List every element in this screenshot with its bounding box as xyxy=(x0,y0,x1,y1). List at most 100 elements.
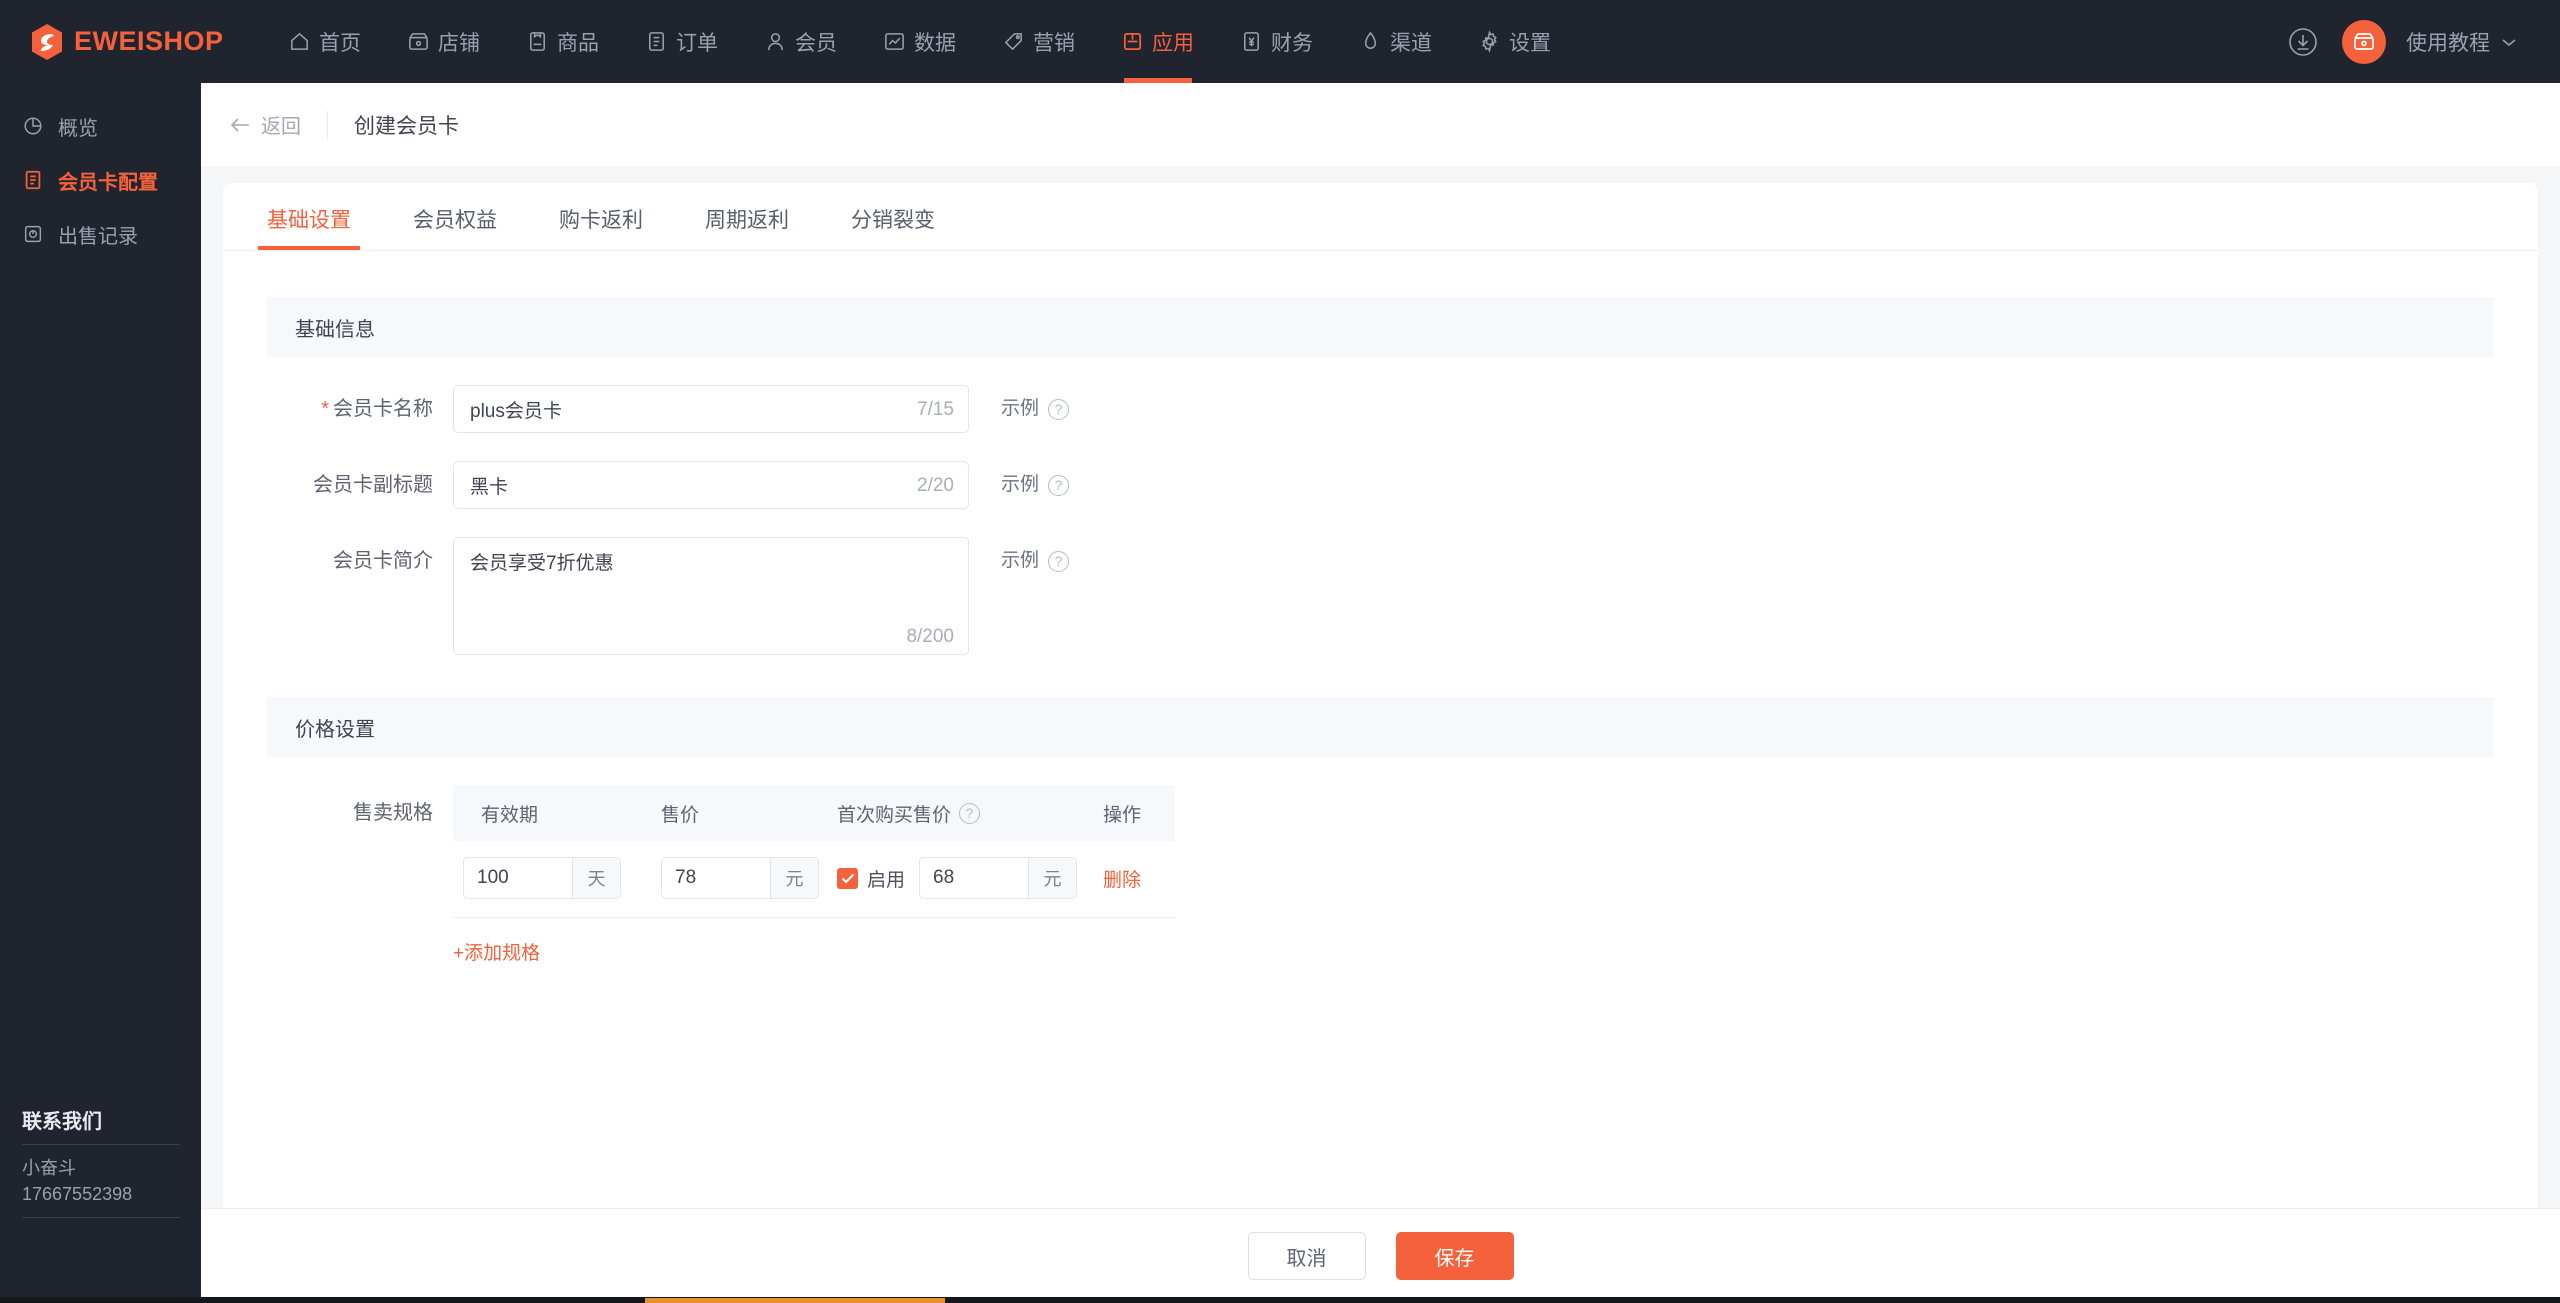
goods-icon xyxy=(530,32,545,51)
tab-distribution[interactable]: 分销裂变 xyxy=(851,204,935,250)
field-label: 会员卡副标题 xyxy=(267,461,453,509)
nav-item-home[interactable]: 首页 xyxy=(265,0,384,83)
spec-table-footer: +添加规格 xyxy=(453,917,1175,965)
nav-item-marketing[interactable]: 营销 xyxy=(979,0,1098,83)
nav-label: 店铺 xyxy=(438,31,480,55)
form-card: 基础设置 会员权益 购卡返利 周期返利 分销裂变 基础信息 * 会员卡名称 pl… xyxy=(223,183,2538,1243)
tab-label: 会员权益 xyxy=(413,209,497,232)
arrow-left-icon xyxy=(230,117,249,132)
divider xyxy=(22,1143,180,1145)
first-buy-toggle[interactable]: 启用 xyxy=(837,865,905,892)
price-input[interactable] xyxy=(662,858,770,898)
section-header-price-settings: 价格设置 xyxy=(267,697,2494,757)
top-header: EWEISHOP 首页 店铺 商品 订单 会员 数据 营销 应用 财务 渠道 设… xyxy=(0,0,2560,83)
nav-item-member[interactable]: 会员 xyxy=(741,0,860,83)
nav-item-finance[interactable]: 财务 xyxy=(1217,0,1336,83)
main-content: 返回 创建会员卡 基础设置 会员权益 购卡返利 周期返利 分销裂变 基础信息 *… xyxy=(201,83,2560,1303)
card-name-hint: 示例 ? xyxy=(1001,385,1070,433)
enable-checkbox[interactable] xyxy=(837,867,858,889)
chevron-down-icon xyxy=(2502,38,2516,46)
sidebar-item-overview[interactable]: 概览 xyxy=(0,99,201,153)
price-input-group: 元 xyxy=(661,857,819,899)
duration-input-group: 天 xyxy=(463,857,621,899)
question-icon[interactable]: ? xyxy=(1048,550,1070,572)
spec-table-header: 有效期 售价 首次购买售价 ? 操作 xyxy=(453,785,1175,841)
page-header: 返回 创建会员卡 xyxy=(201,83,2560,166)
price-cell: 元 xyxy=(661,857,837,899)
download-icon[interactable] xyxy=(2284,23,2322,61)
nav-item-goods[interactable]: 商品 xyxy=(503,0,622,83)
field-card-name: *会员卡名称 7/15 示例 ? xyxy=(267,385,2494,433)
delete-spec-button[interactable]: 删除 xyxy=(1103,870,1141,891)
action-cell: 删除 xyxy=(1103,865,1175,892)
avatar[interactable] xyxy=(2342,19,2386,64)
sidebar-item-sales-record[interactable]: 出售记录 xyxy=(0,207,201,261)
save-button[interactable]: 保存 xyxy=(1395,1232,1514,1280)
finance-icon xyxy=(1244,32,1259,51)
nav-item-channel[interactable]: 渠道 xyxy=(1336,0,1455,83)
record-icon xyxy=(24,225,42,243)
question-icon[interactable]: ? xyxy=(1048,398,1070,420)
tab-member-benefits[interactable]: 会员权益 xyxy=(413,204,497,250)
field-label-text: 会员卡副标题 xyxy=(313,474,433,496)
tab-label: 基础设置 xyxy=(267,209,351,232)
nav-item-shop[interactable]: 店铺 xyxy=(384,0,503,83)
divider xyxy=(327,110,328,139)
contact-block: 联系我们 小奋斗 17667552398 xyxy=(22,1105,180,1228)
basic-info-form: *会员卡名称 7/15 示例 ? 会员卡副标题 xyxy=(223,385,2538,655)
question-icon[interactable]: ? xyxy=(1048,474,1070,496)
required-marker: * xyxy=(321,398,329,420)
cancel-button[interactable]: 取消 xyxy=(1247,1232,1366,1280)
duration-cell: 天 xyxy=(453,857,661,899)
nav-label: 渠道 xyxy=(1390,31,1432,55)
hint-label: 示例 xyxy=(1001,474,1040,495)
tab-purchase-rebate[interactable]: 购卡返利 xyxy=(559,204,643,250)
nav-label: 数据 xyxy=(914,31,956,55)
spec-label: 售卖规格 xyxy=(353,802,433,824)
sidebar-item-card-config[interactable]: 会员卡配置 xyxy=(0,153,201,207)
hint-label: 示例 xyxy=(1001,398,1040,419)
card-name-input[interactable] xyxy=(454,386,968,432)
spec-table: 有效期 售价 首次购买售价 ? 操作 100 天 78 元 启用 68 元 删除… xyxy=(453,785,1175,965)
first-buy-input-group: 元 xyxy=(919,857,1078,899)
taskbar-accent xyxy=(645,1298,945,1303)
tab-cycle-rebate[interactable]: 周期返利 xyxy=(705,204,789,250)
nav-label: 应用 xyxy=(1152,31,1194,55)
back-label: 返回 xyxy=(261,116,301,138)
first-buy-cell: 启用 元 xyxy=(837,857,1103,899)
duration-input[interactable] xyxy=(464,858,572,898)
back-button[interactable]: 返回 xyxy=(229,110,301,139)
brand-name: EWEISHOP xyxy=(74,26,224,56)
add-spec-button[interactable]: +添加规格 xyxy=(453,938,540,965)
user-menu[interactable]: 使用教程 xyxy=(2406,27,2518,57)
duration-unit: 天 xyxy=(572,858,620,898)
tab-basic-settings[interactable]: 基础设置 xyxy=(258,204,360,250)
first-buy-price-input[interactable] xyxy=(920,858,1029,898)
page-title: 创建会员卡 xyxy=(354,114,459,138)
price-unit: 元 xyxy=(770,858,818,898)
hint-label: 示例 xyxy=(1001,550,1040,571)
card-name-input-wrap: 7/15 xyxy=(453,385,969,433)
tab-bar: 基础设置 会员权益 购卡返利 周期返利 分销裂变 xyxy=(223,183,2538,251)
question-icon[interactable]: ? xyxy=(959,802,981,824)
nav-item-apps[interactable]: 应用 xyxy=(1098,0,1217,83)
card-subtitle-input-wrap: 2/20 xyxy=(453,461,969,509)
nav-item-order[interactable]: 订单 xyxy=(622,0,741,83)
field-card-subtitle: 会员卡副标题 2/20 示例 ? xyxy=(267,461,2494,509)
section-header-basic-info: 基础信息 xyxy=(267,297,2494,357)
tab-label: 周期返利 xyxy=(705,209,789,232)
column-header-price: 售价 xyxy=(661,804,700,826)
card-intro-textarea[interactable] xyxy=(454,538,968,654)
section-title: 价格设置 xyxy=(295,718,375,741)
spec-row-block: 售卖规格 有效期 售价 首次购买售价 ? 操作 100 天 78 元 启用 68… xyxy=(267,785,2494,965)
contact-phone: 17667552398 xyxy=(22,1183,133,1204)
card-subtitle-input[interactable] xyxy=(454,462,968,508)
column-header-action: 操作 xyxy=(1103,804,1142,826)
card-intro-textarea-wrap: 8/200 xyxy=(453,537,969,655)
brand-logo[interactable]: EWEISHOP xyxy=(30,23,265,61)
sidebar: 概览 会员卡配置 出售记录 联系我们 小奋斗 17667552398 xyxy=(0,83,201,1303)
nav-item-data[interactable]: 数据 xyxy=(860,0,979,83)
tag-icon xyxy=(1004,33,1022,51)
nav-item-settings[interactable]: 设置 xyxy=(1455,0,1574,83)
order-icon xyxy=(649,32,664,51)
